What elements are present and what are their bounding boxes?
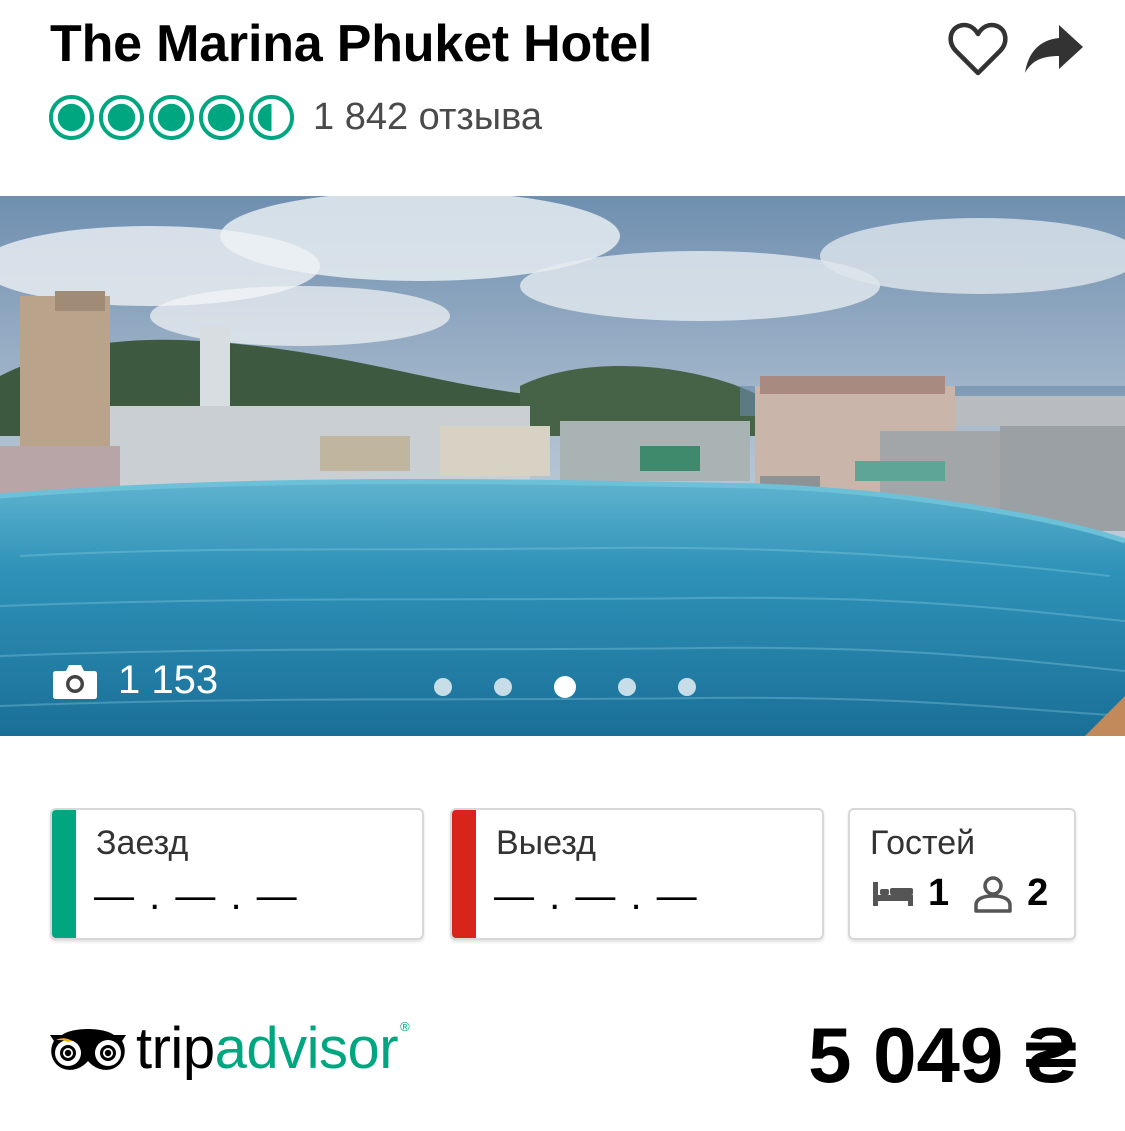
carousel-dot[interactable] <box>434 678 452 696</box>
person-icon <box>974 875 1012 913</box>
owl-eyes-icon <box>50 1029 126 1070</box>
reviews-link[interactable]: 1 842 отзыва <box>313 96 542 139</box>
header-actions <box>947 18 1085 80</box>
guests-label: Гостей <box>870 824 976 862</box>
rating-bubble <box>98 94 145 141</box>
checkout-label: Выезд <box>496 824 596 862</box>
share-button[interactable] <box>1023 18 1085 80</box>
heart-outline-icon <box>948 22 1008 76</box>
tripadvisor-logo: tripadvisor ® <box>48 1019 410 1078</box>
carousel-dot[interactable] <box>494 678 512 696</box>
photo-count[interactable]: 1 153 <box>52 658 218 703</box>
carousel-dot[interactable] <box>678 678 696 696</box>
checkin-label: Заезд <box>96 824 189 862</box>
favorite-button[interactable] <box>947 18 1009 80</box>
price: 5 049 ₴ <box>808 1011 1077 1099</box>
checkout-field[interactable]: Выезд — . — . — <box>450 808 824 940</box>
carousel-dots[interactable] <box>434 676 696 698</box>
rating-bubbles <box>48 94 295 141</box>
rating-bubble <box>248 94 295 141</box>
photo-count-label: 1 153 <box>118 658 219 702</box>
pool-scene-image <box>0 196 1125 736</box>
checkout-value: — . — . — <box>494 874 699 918</box>
rating-row: 1 842 отзыва <box>48 94 542 141</box>
rooms-count: 1 <box>928 872 950 914</box>
tripadvisor-wordmark: tripadvisor ® <box>136 1019 410 1078</box>
rating-bubble <box>198 94 245 141</box>
hotel-photo[interactable]: 1 153 <box>0 196 1125 736</box>
brand-reg-mark: ® <box>400 1019 410 1034</box>
carousel-dot-active[interactable] <box>554 676 576 698</box>
bed-icon <box>873 881 913 906</box>
rating-bubble <box>48 94 95 141</box>
guests-count: 2 <box>1027 872 1049 914</box>
checkin-value: — . — . — <box>94 874 299 918</box>
camera-icon <box>53 664 97 699</box>
carousel-dot[interactable] <box>618 678 636 696</box>
rating-bubble <box>148 94 195 141</box>
guests-row: 1 2 <box>872 872 1048 915</box>
share-arrow-icon <box>1025 25 1083 73</box>
checkin-field[interactable]: Заезд — . — . — <box>50 808 424 940</box>
checkout-accent <box>452 810 476 938</box>
guests-field[interactable]: Гостей 1 2 <box>848 808 1076 940</box>
hotel-title: The Marina Phuket Hotel <box>50 15 653 73</box>
brand-advisor: advisor <box>214 1016 399 1081</box>
checkin-accent <box>52 810 76 938</box>
brand-trip: trip <box>136 1016 215 1081</box>
